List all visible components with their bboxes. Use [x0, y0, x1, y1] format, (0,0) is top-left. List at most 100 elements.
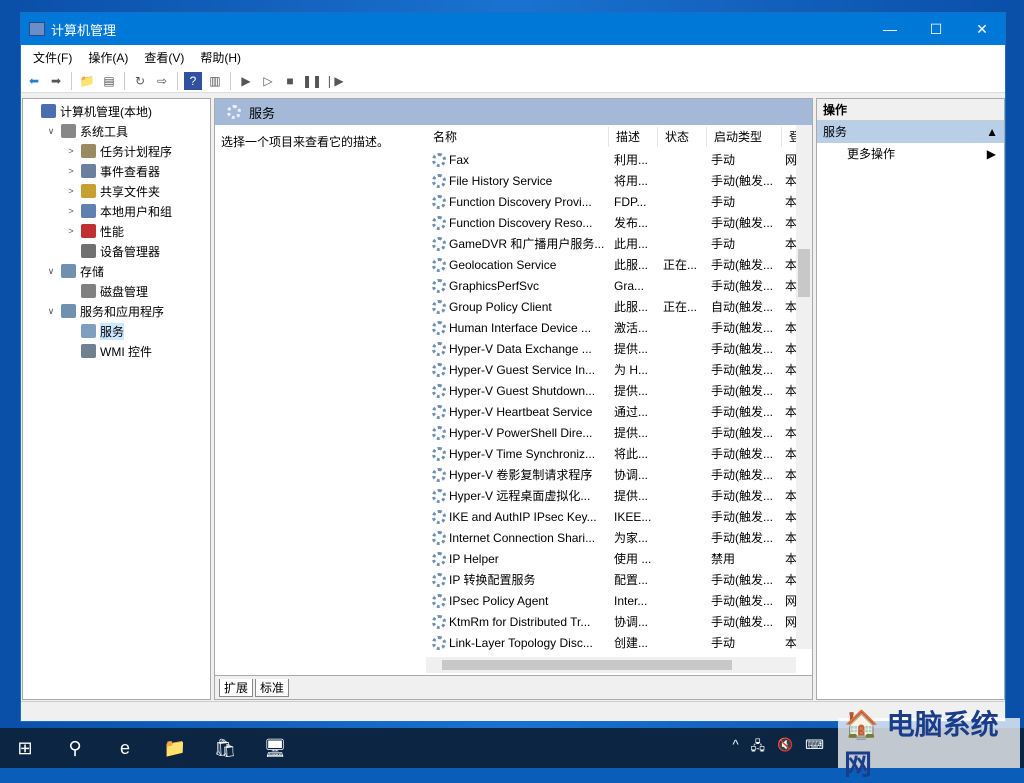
- tree-item[interactable]: > 共享文件夹: [23, 181, 210, 201]
- pause-icon[interactable]: ❚❚: [302, 72, 322, 90]
- table-row[interactable]: Hyper-V PowerShell Dire... 提供... 手动(触发... 本: [426, 422, 812, 443]
- expand-icon[interactable]: ∨: [45, 306, 57, 317]
- cell: Hyper-V Guest Shutdown...: [426, 383, 609, 398]
- close-button[interactable]: ✕: [959, 21, 1005, 38]
- menu-item[interactable]: 帮助(H): [192, 49, 249, 66]
- table-row[interactable]: Hyper-V Data Exchange ... 提供... 手动(触发... 本: [426, 338, 812, 359]
- volume-muted-icon[interactable]: 🔇: [777, 737, 793, 759]
- computer-management-icon[interactable]: 🖥: [250, 728, 300, 768]
- cell: Hyper-V Time Synchroniz...: [426, 446, 609, 461]
- scroll-thumb[interactable]: [442, 660, 732, 670]
- tree-item[interactable]: 设备管理器: [23, 241, 210, 261]
- column-header[interactable]: 启动类型: [707, 127, 782, 147]
- horizontal-scrollbar[interactable]: [426, 657, 796, 673]
- start-icon[interactable]: ▶: [237, 72, 255, 90]
- network-icon[interactable]: 🖧: [751, 737, 766, 759]
- keyboard-icon[interactable]: ⌨: [805, 737, 824, 759]
- table-row[interactable]: Hyper-V Guest Service In... 为 H... 手动(触发..…: [426, 359, 812, 380]
- cell: 手动(触发...: [711, 531, 773, 545]
- expand-icon[interactable]: ∨: [45, 266, 57, 277]
- column-header[interactable]: 描述: [609, 127, 658, 147]
- vertical-scrollbar[interactable]: [796, 125, 812, 649]
- tree-node-icon: [81, 204, 96, 218]
- refresh-icon[interactable]: ↻: [131, 72, 149, 90]
- table-row[interactable]: GameDVR 和广播用户服务... 此用... 手动本: [426, 233, 812, 254]
- table-row[interactable]: Human Interface Device ... 激活... 手动(触发... 本: [426, 317, 812, 338]
- maximize-button[interactable]: ☐: [913, 21, 959, 38]
- table-row[interactable]: Link-Layer Topology Disc... 创建... 手动本: [426, 632, 812, 653]
- table-row[interactable]: GraphicsPerfSvc Gra... 手动(触发... 本: [426, 275, 812, 296]
- restart-icon[interactable]: ❘▶: [324, 72, 343, 90]
- table-row[interactable]: Internet Connection Shari... 为家... 手动(触发..…: [426, 527, 812, 548]
- table-row[interactable]: KtmRm for Distributed Tr... 协调... 手动(触发...…: [426, 611, 812, 632]
- expand-icon[interactable]: >: [65, 166, 77, 176]
- tree-item[interactable]: 服务: [23, 321, 210, 341]
- table-row[interactable]: Hyper-V Time Synchroniz... 将此... 手动(触发... 本: [426, 443, 812, 464]
- menu-item[interactable]: 文件(F): [25, 49, 80, 66]
- up-folder-icon[interactable]: 📁: [78, 72, 96, 90]
- tree-item[interactable]: > 性能: [23, 221, 210, 241]
- table-row[interactable]: Function Discovery Reso... 发布... 手动(触发... 本: [426, 212, 812, 233]
- column-header[interactable]: 名称: [426, 127, 609, 147]
- table-row[interactable]: IKE and AuthIP IPsec Key... IKEE... 手动(触发.…: [426, 506, 812, 527]
- tab-extended[interactable]: 扩展: [219, 678, 254, 697]
- tree-item[interactable]: ∨ 服务和应用程序: [23, 301, 210, 321]
- table-row[interactable]: Hyper-V Heartbeat Service 通过... 手动(触发... 本: [426, 401, 812, 422]
- show-hide-tree-icon[interactable]: ▤: [100, 72, 118, 90]
- show-hidden-icons-button[interactable]: ^: [732, 737, 738, 759]
- expand-icon[interactable]: >: [65, 146, 77, 156]
- table-row[interactable]: IPsec Policy Agent Inter... 手动(触发... 网: [426, 590, 812, 611]
- gear-icon: [432, 173, 446, 188]
- expand-icon[interactable]: >: [65, 206, 77, 216]
- expand-icon[interactable]: >: [65, 226, 77, 236]
- cell: 手动: [711, 195, 736, 209]
- show-action-pane-icon[interactable]: ▥: [206, 72, 224, 90]
- expand-icon[interactable]: ∨: [45, 126, 57, 137]
- tree-item[interactable]: ∨ 存储: [23, 261, 210, 281]
- help-icon[interactable]: ?: [184, 71, 202, 90]
- table-row[interactable]: Hyper-V 卷影复制请求程序 协调... 手动(触发... 本: [426, 464, 812, 485]
- scroll-thumb[interactable]: [798, 249, 810, 297]
- cell: 提供...: [614, 489, 649, 503]
- cell: GraphicsPerfSvc: [426, 278, 609, 293]
- tree-item[interactable]: > 任务计划程序: [23, 141, 210, 161]
- forward-icon[interactable]: ➡: [47, 72, 65, 90]
- tree-node-icon: [61, 304, 76, 318]
- file-explorer-icon[interactable]: 📁: [150, 728, 200, 768]
- tree-item[interactable]: WMI 控件: [23, 341, 210, 361]
- stop-icon[interactable]: ■: [281, 72, 299, 90]
- tree-item[interactable]: ∨ 系统工具: [23, 121, 210, 141]
- cell: Human Interface Device ...: [426, 320, 609, 335]
- gear-icon: [432, 551, 446, 566]
- services-icon: [227, 105, 241, 119]
- column-header[interactable]: 状态: [658, 127, 707, 147]
- more-actions-item[interactable]: 更多操作 ▶: [817, 143, 1004, 165]
- table-row[interactable]: Hyper-V 远程桌面虚拟化... 提供... 手动(触发... 本: [426, 485, 812, 506]
- back-icon[interactable]: ⬅: [25, 72, 43, 90]
- search-icon[interactable]: ⚲: [50, 728, 100, 768]
- menu-item[interactable]: 查看(V): [136, 49, 192, 66]
- table-row[interactable]: Fax 利用... 手动网: [426, 149, 812, 170]
- tree-item[interactable]: 计算机管理(本地): [23, 101, 210, 121]
- table-row[interactable]: Group Policy Client 此服... 正在... 自动(触发... 本: [426, 296, 812, 317]
- table-row[interactable]: IP 转换配置服务 配置... 手动(触发... 本: [426, 569, 812, 590]
- tree-item[interactable]: > 事件查看器: [23, 161, 210, 181]
- minimize-button[interactable]: —: [867, 21, 913, 37]
- menu-item[interactable]: 操作(A): [80, 49, 136, 66]
- tree-item[interactable]: > 本地用户和组: [23, 201, 210, 221]
- gear-icon: [432, 362, 446, 377]
- expand-icon[interactable]: >: [65, 186, 77, 196]
- tab-standard[interactable]: 标准: [255, 678, 290, 697]
- table-row[interactable]: Function Discovery Provi... FDP... 手动本: [426, 191, 812, 212]
- actions-section-services[interactable]: 服务 ▲: [817, 121, 1004, 143]
- table-row[interactable]: Hyper-V Guest Shutdown... 提供... 手动(触发... 本: [426, 380, 812, 401]
- export-icon[interactable]: ⇨: [153, 72, 171, 90]
- start-alt-icon[interactable]: ▷: [259, 72, 277, 90]
- store-icon[interactable]: 🛍: [200, 728, 250, 768]
- table-row[interactable]: File History Service 将用... 手动(触发... 本: [426, 170, 812, 191]
- windows-start-icon[interactable]: ⊞: [0, 728, 50, 768]
- table-row[interactable]: IP Helper 使用 ... 禁用本: [426, 548, 812, 569]
- table-row[interactable]: Geolocation Service 此服... 正在... 手动(触发... 本: [426, 254, 812, 275]
- edge-icon[interactable]: e: [100, 728, 150, 768]
- tree-item[interactable]: 磁盘管理: [23, 281, 210, 301]
